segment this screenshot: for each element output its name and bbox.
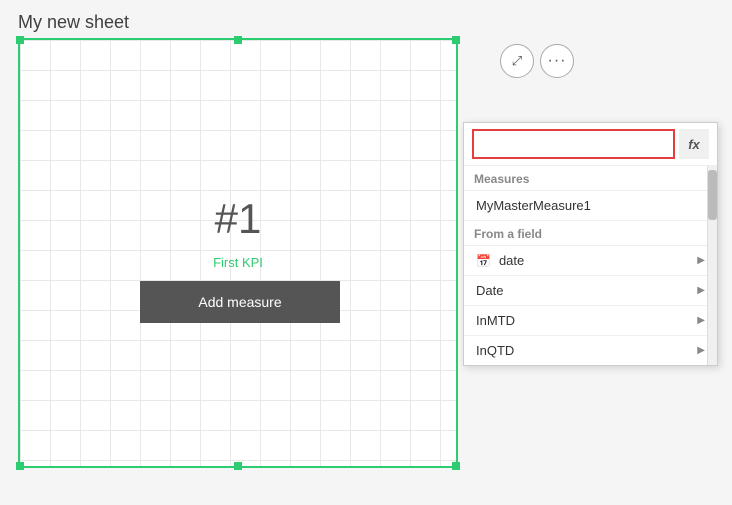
resize-handle-br[interactable]: [452, 462, 460, 470]
dropdown-content: Measures MyMasterMeasure1 From a field 📅…: [464, 166, 717, 365]
measure-dropdown: fx Measures MyMasterMeasure1 From a fiel…: [463, 122, 718, 366]
chevron-right-icon: ▶: [697, 285, 705, 296]
kpi-label: First KPI: [20, 255, 456, 270]
section-label-from-field: From a field: [464, 221, 717, 246]
search-input[interactable]: [472, 129, 675, 159]
resize-handle-top[interactable]: [234, 36, 242, 44]
field-item-label: date: [499, 253, 524, 268]
field-item-label: InQTD: [476, 343, 514, 358]
list-item[interactable]: 📅 date ▶: [464, 246, 717, 276]
field-item-label: InMTD: [476, 313, 515, 328]
expand-icon[interactable]: ⤢: [500, 44, 534, 78]
more-options-icon[interactable]: ···: [540, 44, 574, 78]
kpi-label-prefix: First: [213, 255, 238, 270]
fx-button[interactable]: fx: [679, 129, 709, 159]
list-item[interactable]: InMTD ▶: [464, 306, 717, 336]
chevron-right-icon: ▶: [697, 315, 705, 326]
list-item[interactable]: MyMasterMeasure1: [464, 191, 717, 221]
resize-handle-tr[interactable]: [452, 36, 460, 44]
chevron-right-icon: ▶: [697, 255, 705, 266]
calendar-icon: 📅: [476, 254, 491, 268]
measure-item-label: MyMasterMeasure1: [476, 198, 591, 213]
scroll-thumb[interactable]: [708, 170, 717, 220]
kpi-widget: #1 First KPI Add measure: [18, 38, 458, 468]
resize-handle-bottom[interactable]: [234, 462, 242, 470]
list-item[interactable]: InQTD ▶: [464, 336, 717, 365]
kpi-number: #1: [20, 195, 456, 243]
resize-handle-bl[interactable]: [16, 462, 24, 470]
chevron-right-icon: ▶: [697, 345, 705, 356]
resize-handle-tl[interactable]: [16, 36, 24, 44]
field-item-label: Date: [476, 283, 503, 298]
scrollbar[interactable]: [707, 166, 717, 365]
section-label-measures: Measures: [464, 166, 717, 191]
kpi-label-highlight: KPI: [238, 255, 263, 270]
page-title: My new sheet: [18, 12, 129, 33]
list-item[interactable]: Date ▶: [464, 276, 717, 306]
add-measure-button[interactable]: Add measure: [140, 281, 340, 323]
search-row: fx: [464, 123, 717, 166]
